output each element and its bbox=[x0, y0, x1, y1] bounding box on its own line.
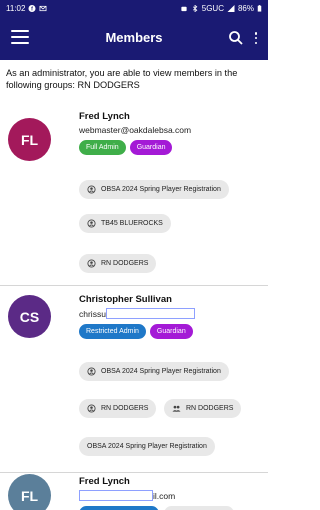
role-badges: Full Admin Guardian bbox=[79, 140, 173, 155]
group-chip-label: TB45 BLUEROCKS bbox=[101, 220, 163, 227]
member-email: webmaster@oakdalebsa.com bbox=[79, 125, 192, 135]
network-label: 5GUC bbox=[201, 4, 224, 13]
search-icon[interactable] bbox=[228, 30, 244, 46]
admin-intro-text: As an administrator, you are able to vie… bbox=[6, 68, 238, 90]
role-badge: Full Admin bbox=[79, 140, 126, 155]
group-chip-label: OBSA 2024 Spring Player Registration bbox=[101, 368, 221, 375]
divider bbox=[0, 285, 268, 286]
group-chip[interactable]: OBSA 2024 Spring Player Registration bbox=[79, 180, 229, 199]
group-chip-label: RN DODGERS bbox=[101, 405, 149, 412]
member-email: il.com bbox=[79, 490, 175, 501]
member-card[interactable]: FL Fred Lynch webmaster@oakdalebsa.com F… bbox=[0, 108, 268, 288]
more-options-icon[interactable] bbox=[252, 30, 260, 46]
svg-text:f: f bbox=[32, 7, 34, 12]
group-chip[interactable]: RN DODGERS bbox=[164, 399, 242, 418]
group-chip[interactable]: RN DODGERS bbox=[79, 254, 157, 273]
avatar: FL bbox=[8, 118, 51, 161]
email-prefix: chrissu bbox=[79, 308, 106, 319]
member-email: chrissu bbox=[79, 308, 195, 319]
signal-icon bbox=[227, 5, 235, 12]
role-badge: Guardian bbox=[129, 140, 173, 155]
divider bbox=[0, 472, 268, 473]
group-chip[interactable]: OBSA 2024 Spring Player Registration bbox=[79, 362, 229, 381]
group-chip-label: OBSA 2024 Spring Player Registration bbox=[101, 186, 221, 193]
member-name: Christopher Sullivan bbox=[79, 294, 172, 305]
member-name: Fred Lynch bbox=[79, 476, 130, 487]
group-chip[interactable]: OBSA 2024 Spring Player Registration bbox=[79, 437, 215, 456]
alarm-icon bbox=[181, 6, 187, 12]
role-badge: Guardian bbox=[149, 324, 193, 339]
member-card[interactable]: CS Christopher Sullivan chrissu Restrict… bbox=[0, 291, 268, 474]
group-icon bbox=[87, 259, 96, 268]
member-card[interactable]: FL Fred Lynch il.com bbox=[0, 474, 268, 510]
group-icon bbox=[87, 367, 96, 376]
group-icon bbox=[87, 404, 96, 413]
bluetooth-icon bbox=[192, 5, 198, 12]
group-icon bbox=[87, 219, 96, 228]
role-badge bbox=[79, 506, 159, 510]
group-chip-label: OBSA 2024 Spring Player Registration bbox=[87, 443, 207, 450]
battery-percent: 86% bbox=[237, 4, 254, 13]
facebook-notification-icon: f bbox=[28, 5, 36, 12]
redacted-email bbox=[79, 490, 153, 501]
people-icon bbox=[172, 405, 181, 412]
app-bar: Members bbox=[0, 17, 268, 60]
status-time: 11:02 bbox=[6, 4, 26, 13]
redacted-email bbox=[105, 308, 195, 319]
group-chip[interactable]: TB45 BLUEROCKS bbox=[79, 214, 171, 233]
role-badges: Restricted Admin Guardian bbox=[79, 324, 193, 339]
member-name: Fred Lynch bbox=[79, 111, 130, 122]
avatar: FL bbox=[8, 474, 51, 510]
group-chip-label: RN DODGERS bbox=[101, 260, 149, 267]
status-bar: 11:02 f 5GUC 86% bbox=[0, 0, 268, 17]
mail-notification-icon bbox=[39, 5, 47, 12]
battery-icon bbox=[257, 5, 262, 12]
email-suffix: il.com bbox=[153, 490, 176, 501]
role-badge: Restricted Admin bbox=[79, 324, 146, 339]
avatar: CS bbox=[8, 295, 51, 338]
group-icon bbox=[87, 185, 96, 194]
group-chip[interactable]: RN DODGERS bbox=[79, 399, 157, 418]
role-badge bbox=[164, 506, 234, 510]
group-chip-label: RN DODGERS bbox=[186, 405, 234, 412]
